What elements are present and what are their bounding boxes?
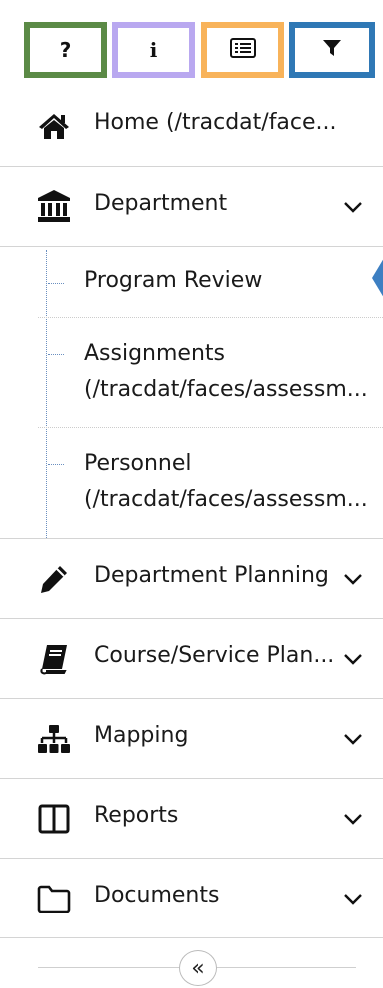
sidebar-item-label: Home (/tracdat/face... <box>94 110 337 135</box>
sidebar-subitem-label: Program Review <box>84 268 263 293</box>
toolbar: ? i <box>0 0 383 86</box>
book-icon <box>34 639 74 679</box>
sidebar-subitem-path: (/tracdat/faces/assessm... <box>84 487 368 512</box>
sidebar-item-label: Department <box>94 191 228 216</box>
chevron-down-icon[interactable] <box>338 192 368 222</box>
chevron-down-icon[interactable] <box>338 884 368 914</box>
list-button[interactable] <box>201 22 284 78</box>
folder-icon <box>34 879 74 919</box>
question-icon: ? <box>59 38 72 62</box>
help-button[interactable]: ? <box>24 22 107 78</box>
sidebar-subitem-label: Personnel <box>84 451 192 476</box>
info-button[interactable]: i <box>112 22 195 78</box>
sidebar-item-label: Mapping <box>94 723 189 748</box>
double-chevron-left-icon: « <box>191 955 205 981</box>
sidebar-subitem-program-review[interactable]: Program Review <box>0 246 383 318</box>
list-icon <box>229 38 256 62</box>
sidebar-subitem-label: Assignments <box>84 341 225 366</box>
sidebar-item-label: Department Planning <box>94 563 329 588</box>
columns-icon <box>34 799 74 839</box>
sidebar-item-label: Documents <box>94 883 220 908</box>
chevron-down-icon[interactable] <box>338 564 368 594</box>
sidebar-subitem-path: (/tracdat/faces/assessm... <box>84 377 368 402</box>
sidebar-subitem-personnel[interactable]: Personnel (/tracdat/faces/assessm... <box>0 428 383 538</box>
sidebar-item-label: Course/Service Plan... <box>94 643 335 668</box>
sidebar-subitem-assignments[interactable]: Assignments (/tracdat/faces/assessm... <box>0 318 383 428</box>
sidebar-item-department-planning[interactable]: Department Planning <box>0 538 383 618</box>
sidebar-item-course-service[interactable]: Course/Service Plan... <box>0 618 383 698</box>
home-icon <box>34 106 74 146</box>
chevron-down-icon[interactable] <box>338 644 368 674</box>
pencil-icon <box>34 559 74 599</box>
sidebar-item-reports[interactable]: Reports <box>0 778 383 858</box>
sitemap-icon <box>34 719 74 759</box>
chevron-down-icon[interactable] <box>338 804 368 834</box>
chevron-down-icon[interactable] <box>338 724 368 754</box>
sidebar-item-mapping[interactable]: Mapping <box>0 698 383 778</box>
filter-button[interactable] <box>289 22 375 78</box>
sidebar-item-home[interactable]: Home (/tracdat/face... <box>0 86 383 166</box>
collapse-sidebar-button[interactable]: « <box>179 950 217 986</box>
sidebar-item-label: Reports <box>94 803 179 828</box>
filter-icon <box>322 38 342 62</box>
institution-icon <box>34 186 74 226</box>
sidebar-item-documents[interactable]: Documents <box>0 858 383 938</box>
sidebar-item-department[interactable]: Department <box>0 166 383 246</box>
info-icon: i <box>149 38 158 62</box>
